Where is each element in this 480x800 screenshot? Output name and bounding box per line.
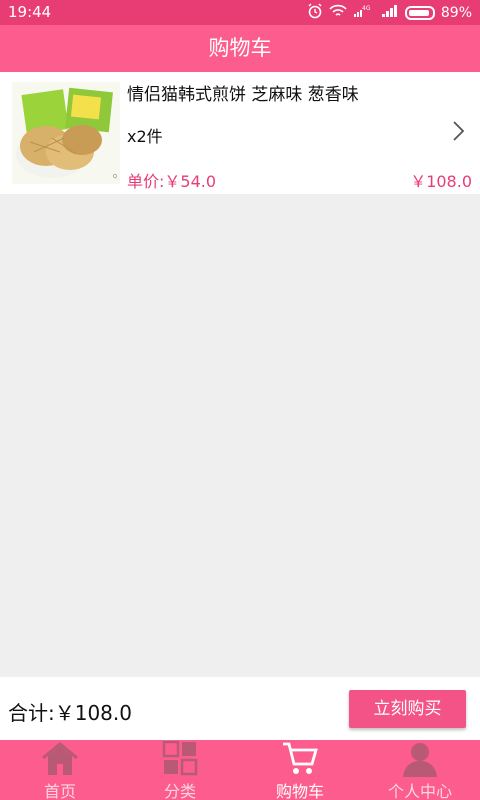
- svg-text:4G: 4G: [362, 5, 371, 12]
- page-title: 购物车: [0, 25, 480, 72]
- bottom-tab-bar: 首页 分类 购物车 个人中心: [0, 740, 480, 800]
- status-time: 19:44: [8, 3, 52, 21]
- battery-icon: [404, 6, 435, 20]
- signal-icon: [381, 4, 399, 22]
- tab-home[interactable]: 首页: [0, 740, 120, 800]
- home-icon: [40, 741, 80, 777]
- grid-icon: [160, 740, 200, 777]
- tab-home-label: 首页: [43, 782, 76, 800]
- signal-4g-icon: 4G: [353, 4, 375, 22]
- line-total: ￥108.0: [410, 172, 472, 191]
- cart-icon: [280, 741, 320, 777]
- chevron-right-icon[interactable]: [450, 120, 466, 142]
- battery-percent: 89%: [440, 5, 472, 21]
- checkout-bar: 合计:￥108.0 立刻购买: [0, 677, 480, 740]
- product-image: Q: [12, 82, 120, 184]
- product-quantity: x2件: [127, 127, 163, 146]
- tab-cart-label: 购物车: [275, 782, 324, 800]
- alarm-icon: [307, 3, 323, 23]
- product-name: 情侣猫韩式煎饼 芝麻味 葱香味: [127, 85, 359, 105]
- wifi-icon: [329, 4, 347, 22]
- cart-total: 合计:￥108.0: [8, 701, 132, 725]
- tab-profile-label: 个人中心: [387, 782, 452, 800]
- person-icon: [400, 741, 440, 777]
- tab-category[interactable]: 分类: [120, 740, 240, 800]
- buy-now-button[interactable]: 立刻购买: [349, 690, 466, 728]
- status-bar: 19:44 4G 89%: [0, 0, 480, 25]
- tab-profile[interactable]: 个人中心: [360, 740, 480, 800]
- tab-cart[interactable]: 购物车: [240, 740, 360, 800]
- svg-text:Q: Q: [113, 174, 117, 180]
- tab-category-label: 分类: [163, 782, 196, 800]
- cart-item[interactable]: Q 情侣猫韩式煎饼 芝麻味 葱香味 x2件 单价:￥54.0 ￥108.0: [0, 72, 480, 194]
- unit-price: 单价:￥54.0: [127, 172, 217, 191]
